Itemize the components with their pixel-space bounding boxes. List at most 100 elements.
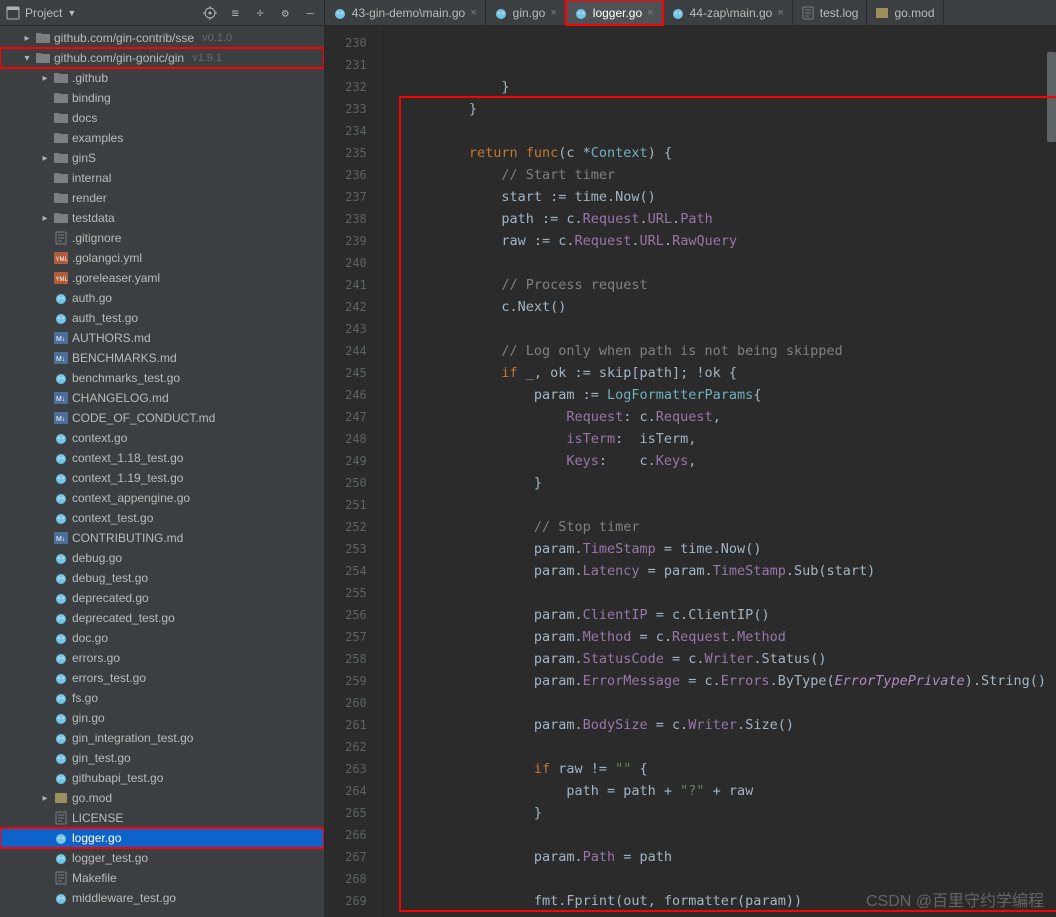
tree-item[interactable]: ▾github.com/gin-gonic/ginv1.9.1 bbox=[0, 48, 324, 68]
tree-item[interactable]: ▸M↓CODE_OF_CONDUCT.md bbox=[0, 408, 324, 428]
tree-item[interactable]: ▸.github bbox=[0, 68, 324, 88]
code-line[interactable]: param.StatusCode = c.Writer.Status() bbox=[404, 648, 1046, 670]
tree-arrow-icon[interactable]: ▸ bbox=[22, 33, 32, 44]
code-line[interactable]: if _, ok := skip[path]; !ok { bbox=[404, 362, 1046, 384]
code-line[interactable]: // Process request bbox=[404, 274, 1046, 296]
code-line[interactable] bbox=[404, 824, 1046, 846]
tree-item[interactable]: ▸auth_test.go bbox=[0, 308, 324, 328]
code-line[interactable]: if raw != "" { bbox=[404, 758, 1046, 780]
code-editor[interactable]: } } return func(c *Context) { // Start t… bbox=[394, 26, 1056, 917]
collapse-icon[interactable]: ÷ bbox=[253, 5, 268, 20]
code-line[interactable]: c.Next() bbox=[404, 296, 1046, 318]
code-line[interactable]: start := time.Now() bbox=[404, 186, 1046, 208]
tree-item[interactable]: ▸githubapi_test.go bbox=[0, 768, 324, 788]
code-line[interactable]: path = path + "?" + raw bbox=[404, 780, 1046, 802]
code-line[interactable]: // Log only when path is not being skipp… bbox=[404, 340, 1046, 362]
tree-item[interactable]: ▸errors.go bbox=[0, 648, 324, 668]
scrollbar-thumb[interactable] bbox=[1047, 52, 1056, 142]
code-line[interactable]: } bbox=[404, 472, 1046, 494]
tree-item[interactable]: ▸context_appengine.go bbox=[0, 488, 324, 508]
code-line[interactable]: param := LogFormatterParams{ bbox=[404, 384, 1046, 406]
code-line[interactable] bbox=[404, 252, 1046, 274]
code-line[interactable] bbox=[404, 868, 1046, 890]
code-line[interactable] bbox=[404, 582, 1046, 604]
code-line[interactable]: isTerm: isTerm, bbox=[404, 428, 1046, 450]
tree-item[interactable]: ▸gin_integration_test.go bbox=[0, 728, 324, 748]
tree-item[interactable]: ▸go.mod bbox=[0, 788, 324, 808]
tree-item[interactable]: ▸M↓CONTRIBUTING.md bbox=[0, 528, 324, 548]
tree-arrow-icon[interactable]: ▾ bbox=[22, 53, 32, 64]
code-line[interactable]: } bbox=[404, 76, 1046, 98]
code-line[interactable]: param.Latency = param.TimeStamp.Sub(star… bbox=[404, 560, 1046, 582]
code-line[interactable] bbox=[404, 318, 1046, 340]
tree-item[interactable]: ▸.gitignore bbox=[0, 228, 324, 248]
gear-icon[interactable]: ⚙ bbox=[278, 5, 293, 20]
code-line[interactable] bbox=[404, 494, 1046, 516]
tree-item[interactable]: ▸M↓CHANGELOG.md bbox=[0, 388, 324, 408]
tree-item[interactable]: ▸internal bbox=[0, 168, 324, 188]
code-line[interactable]: raw := c.Request.URL.RawQuery bbox=[404, 230, 1046, 252]
editor-scrollbar[interactable] bbox=[1046, 26, 1056, 917]
tree-item[interactable]: ▸fs.go bbox=[0, 688, 324, 708]
code-line[interactable]: // Start timer bbox=[404, 164, 1046, 186]
tree-arrow-icon[interactable]: ▸ bbox=[40, 793, 50, 804]
tree-item[interactable]: ▸binding bbox=[0, 88, 324, 108]
code-line[interactable]: param.Method = c.Request.Method bbox=[404, 626, 1046, 648]
tree-arrow-icon[interactable]: ▸ bbox=[40, 73, 50, 84]
tree-item[interactable]: ▸context_test.go bbox=[0, 508, 324, 528]
editor-tab[interactable]: go.mod bbox=[867, 0, 943, 25]
code-line[interactable] bbox=[404, 692, 1046, 714]
editor-tab[interactable]: test.log bbox=[793, 0, 868, 25]
code-line[interactable]: path := c.Request.URL.Path bbox=[404, 208, 1046, 230]
tree-item[interactable]: ▸M↓AUTHORS.md bbox=[0, 328, 324, 348]
tree-item[interactable]: ▸middleware_test.go bbox=[0, 888, 324, 908]
code-line[interactable]: Request: c.Request, bbox=[404, 406, 1046, 428]
tree-item[interactable]: ▸testdata bbox=[0, 208, 324, 228]
code-line[interactable]: } bbox=[404, 98, 1046, 120]
code-line[interactable]: param.TimeStamp = time.Now() bbox=[404, 538, 1046, 560]
tree-item[interactable]: ▸YML.goreleaser.yaml bbox=[0, 268, 324, 288]
tree-item[interactable]: ▸YML.golangci.yml bbox=[0, 248, 324, 268]
tree-item[interactable]: ▸M↓BENCHMARKS.md bbox=[0, 348, 324, 368]
code-line[interactable]: } bbox=[404, 802, 1046, 824]
project-tree[interactable]: ▸github.com/gin-contrib/ssev0.1.0▾github… bbox=[0, 26, 324, 917]
expand-icon[interactable]: ≡ bbox=[228, 5, 243, 20]
tree-item[interactable]: ▸gin_test.go bbox=[0, 748, 324, 768]
close-icon[interactable]: × bbox=[777, 7, 783, 19]
code-line[interactable]: // Stop timer bbox=[404, 516, 1046, 538]
tree-arrow-icon[interactable]: ▸ bbox=[40, 213, 50, 224]
tree-item[interactable]: ▸examples bbox=[0, 128, 324, 148]
code-line[interactable] bbox=[404, 120, 1046, 142]
tree-item[interactable]: ▸Makefile bbox=[0, 868, 324, 888]
close-icon[interactable]: × bbox=[550, 7, 556, 19]
tree-arrow-icon[interactable]: ▸ bbox=[40, 153, 50, 164]
tree-item[interactable]: ▸debug_test.go bbox=[0, 568, 324, 588]
close-icon[interactable]: × bbox=[647, 7, 653, 19]
tree-item[interactable]: ▸debug.go bbox=[0, 548, 324, 568]
tree-item[interactable]: ▸benchmarks_test.go bbox=[0, 368, 324, 388]
code-line[interactable]: } bbox=[404, 912, 1046, 917]
code-line[interactable]: param.Path = path bbox=[404, 846, 1046, 868]
tree-item[interactable]: ▸deprecated_test.go bbox=[0, 608, 324, 628]
editor-tab[interactable]: logger.go× bbox=[566, 0, 663, 25]
tree-item[interactable]: ▸github.com/gin-contrib/ssev0.1.0 bbox=[0, 28, 324, 48]
tree-item[interactable]: ▸context_1.19_test.go bbox=[0, 468, 324, 488]
tree-item[interactable]: ▸render bbox=[0, 188, 324, 208]
code-line[interactable] bbox=[404, 736, 1046, 758]
tree-item[interactable]: ▸gin.go bbox=[0, 708, 324, 728]
code-line[interactable]: fmt.Fprint(out, formatter(param)) bbox=[404, 890, 1046, 912]
tree-item[interactable]: ▸logger.go bbox=[0, 828, 324, 848]
locate-icon[interactable] bbox=[203, 5, 218, 20]
tree-item[interactable]: ▸auth.go bbox=[0, 288, 324, 308]
project-selector[interactable]: Project ▼ bbox=[6, 6, 76, 20]
code-line[interactable]: param.ClientIP = c.ClientIP() bbox=[404, 604, 1046, 626]
code-line[interactable]: Keys: c.Keys, bbox=[404, 450, 1046, 472]
tree-item[interactable]: ▸LICENSE bbox=[0, 808, 324, 828]
tree-item[interactable]: ▸docs bbox=[0, 108, 324, 128]
code-line[interactable]: param.BodySize = c.Writer.Size() bbox=[404, 714, 1046, 736]
tree-item[interactable]: ▸context.go bbox=[0, 428, 324, 448]
editor-tab[interactable]: gin.go× bbox=[486, 0, 566, 25]
tree-item[interactable]: ▸deprecated.go bbox=[0, 588, 324, 608]
close-icon[interactable]: × bbox=[470, 7, 476, 19]
tree-item[interactable]: ▸errors_test.go bbox=[0, 668, 324, 688]
